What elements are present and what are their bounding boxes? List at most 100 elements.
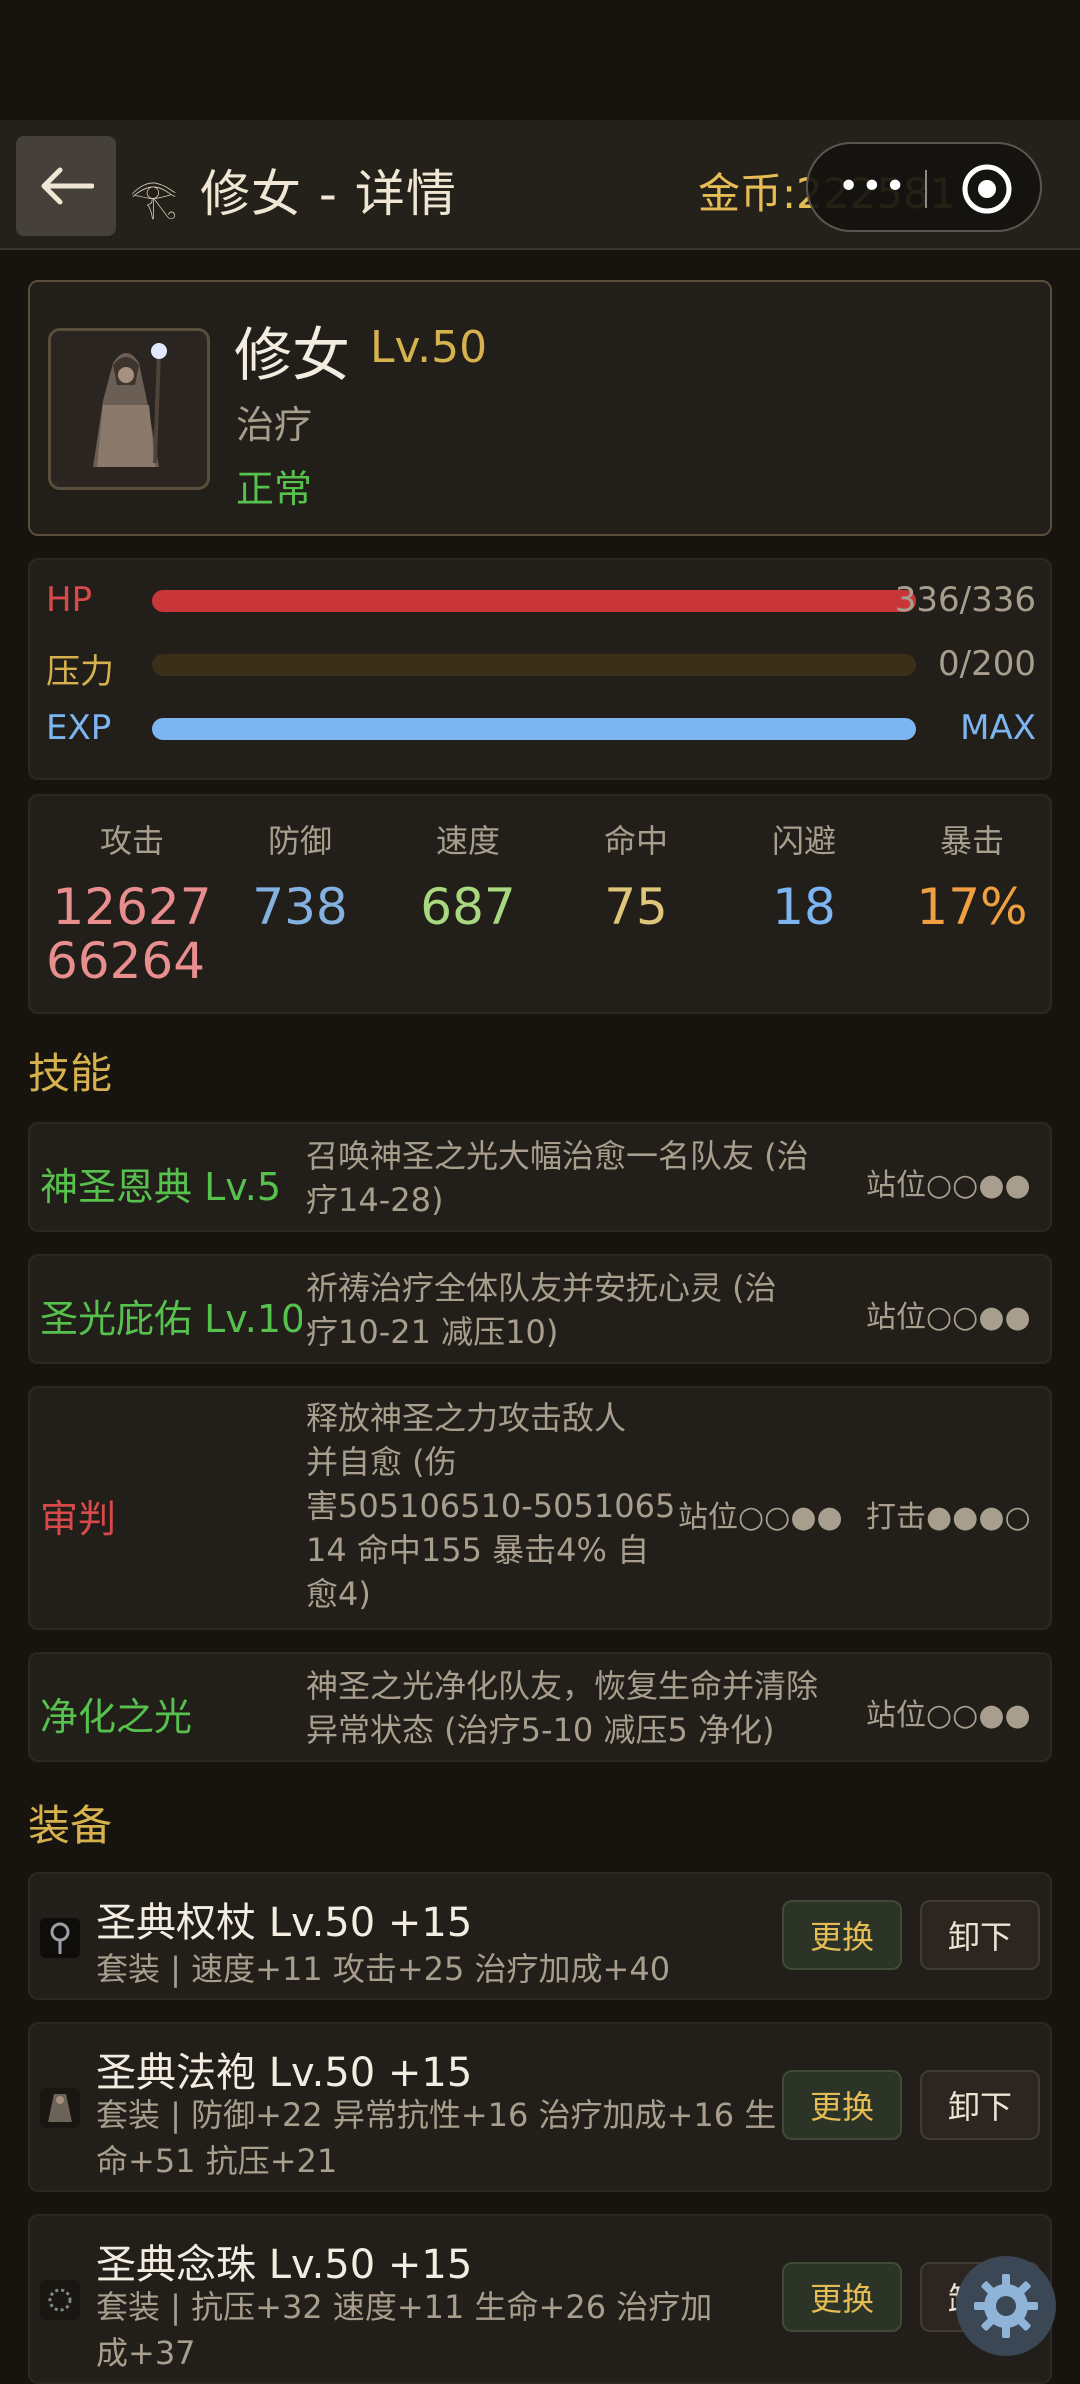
- nun-portrait-icon: [48, 328, 210, 490]
- stat-attack: 攻击 12627: [52, 816, 212, 936]
- stat-value: 75: [604, 878, 668, 936]
- skill-desc-line: 祈祷治疗全体队友并安抚心灵 (治: [306, 1269, 777, 1307]
- equipment-desc-line: 成+37: [96, 2334, 196, 2372]
- capsule-divider: [925, 170, 927, 208]
- hero-card: 修女 Lv.50 治疗 正常: [28, 280, 1052, 536]
- stat-label: 速度: [435, 822, 500, 860]
- equipment-card: 圣典法袍 Lv.50 +15 套装 | 防御+22 异常抗性+16 治疗加成+1…: [28, 2022, 1052, 2192]
- equipment-desc-line: 命+51 抗压+21: [96, 2142, 338, 2180]
- skill-card[interactable]: 审判 释放神圣之力攻击敌人 并自愈 (伤 害505106510-5051065 …: [28, 1386, 1052, 1630]
- equipment-name: 圣典法袍 Lv.50 +15: [96, 2050, 473, 2096]
- swap-button[interactable]: 更换: [782, 2070, 902, 2140]
- settings-button[interactable]: [956, 2256, 1056, 2356]
- bar-value: 0/200: [938, 644, 1036, 684]
- skill-name: 净化之光: [40, 1695, 193, 1739]
- skill-position: 站位○○●●: [866, 1168, 1031, 1203]
- more-dots-icon[interactable]: •••: [838, 166, 908, 207]
- stat-crit: 暴击 17%: [892, 816, 1052, 936]
- stat-label: 攻击: [99, 822, 164, 860]
- target-circle-icon[interactable]: [960, 162, 1014, 216]
- skill-desc-line: 疗14-28): [306, 1181, 444, 1219]
- skill-desc-line: 愈4): [306, 1575, 371, 1613]
- stat-label: 暴击: [939, 822, 1004, 860]
- equipment-card: 圣典权杖 Lv.50 +15 套装 | 速度+11 攻击+25 治疗加成+40 …: [28, 1872, 1052, 2000]
- stat-value: 738: [252, 878, 348, 936]
- skill-desc-line: 并自愈 (伤: [306, 1443, 457, 1481]
- skill-name: 审判: [40, 1497, 117, 1541]
- skill-hit: 打击●●●○: [866, 1500, 1031, 1535]
- stat-dodge: 闪避 18: [724, 816, 884, 936]
- skill-card[interactable]: 神圣恩典 Lv.5 召唤神圣之光大幅治愈一名队友 (治 疗14-28) 站位○○…: [28, 1122, 1052, 1232]
- equipment-desc-line: 套装 | 防御+22 异常抗性+16 治疗加成+16 生: [96, 2096, 777, 2134]
- skill-desc: 祈祷治疗全体队友并安抚心灵 (治 疗10-21 减压10): [306, 1266, 777, 1354]
- rosary-icon: [40, 2280, 80, 2320]
- swap-button[interactable]: 更换: [782, 2262, 902, 2332]
- equipment-card: 圣典念珠 Lv.50 +15 套装 | 抗压+32 速度+11 生命+26 治疗…: [28, 2214, 1052, 2384]
- skill-desc-line: 召唤神圣之光大幅治愈一名队友 (治: [306, 1137, 809, 1175]
- skill-position: 站位○○●●: [678, 1500, 843, 1535]
- scepter-icon: [40, 1918, 80, 1958]
- robe-icon: [40, 2088, 80, 2128]
- status-bar: [0, 0, 1080, 120]
- exp-bar-row: EXP MAX: [46, 708, 1036, 748]
- stat-value: 18: [772, 878, 836, 936]
- skill-desc: 神圣之光净化队友，恢复生命并清除 异常状态 (治疗5-10 减压5 净化): [306, 1664, 818, 1752]
- gear-icon: [974, 2274, 1038, 2338]
- hero-status: 正常: [236, 467, 313, 511]
- hp-bar-fill: [152, 590, 916, 612]
- stat-label: 命中: [603, 822, 668, 860]
- skill-name: 神圣恩典 Lv.5: [40, 1165, 282, 1209]
- stress-bar-track: [152, 654, 916, 676]
- skill-card[interactable]: 圣光庇佑 Lv.10 祈祷治疗全体队友并安抚心灵 (治 疗10-21 减压10)…: [28, 1254, 1052, 1364]
- exp-bar-fill: [152, 718, 916, 740]
- stat-value: 12627: [52, 878, 212, 936]
- skill-desc-line: 害505106510-5051065: [306, 1487, 676, 1525]
- skill-desc-line: 14 命中155 暴击4% 自: [306, 1531, 650, 1569]
- bar-value: 336/336: [894, 580, 1036, 620]
- hero-class-glyph: 𓂀: [130, 176, 178, 220]
- unequip-button[interactable]: 卸下: [920, 1900, 1040, 1970]
- stat-attack-overflow: 66264: [46, 932, 206, 990]
- stat-speed: 速度 687: [388, 816, 548, 936]
- unequip-button[interactable]: 卸下: [920, 2070, 1040, 2140]
- hp-bar-row: HP 336/336: [46, 580, 1036, 620]
- skills-section-title: 技能: [28, 1049, 113, 1098]
- stat-defense: 防御 738: [220, 816, 380, 936]
- vital-bars-panel: HP 336/336 压力 0/200 EXP MAX: [28, 558, 1052, 780]
- stress-bar-row: 压力 0/200: [46, 644, 1036, 692]
- swap-button[interactable]: 更换: [782, 1900, 902, 1970]
- miniprogram-capsule: •••: [806, 142, 1042, 232]
- equipment-section-title: 装备: [28, 1801, 113, 1850]
- equipment-name: 圣典念珠 Lv.50 +15: [96, 2242, 473, 2288]
- equipment-desc: 套装 | 防御+22 异常抗性+16 治疗加成+16 生 命+51 抗压+21: [96, 2092, 776, 2184]
- skill-position: 站位○○●●: [866, 1698, 1031, 1733]
- skill-desc-line: 异常状态 (治疗5-10 减压5 净化): [306, 1711, 775, 1749]
- back-button[interactable]: [16, 136, 116, 236]
- stat-label: 防御: [267, 822, 332, 860]
- top-nav-bar: 𓂀 修女 - 详情 金币:222581 •••: [0, 120, 1080, 250]
- equipment-desc: 套装 | 速度+11 攻击+25 治疗加成+40: [96, 1946, 670, 1992]
- equipment-name: 圣典权杖 Lv.50 +15: [96, 1900, 473, 1946]
- skill-desc-line: 神圣之光净化队友，恢复生命并清除: [306, 1667, 819, 1705]
- hero-role: 治疗: [236, 403, 313, 447]
- skill-desc: 召唤神圣之光大幅治愈一名队友 (治 疗14-28): [306, 1134, 809, 1222]
- skill-desc-line: 疗10-21 减压10): [306, 1313, 559, 1351]
- stat-accuracy: 命中 75: [556, 816, 716, 936]
- hero-name: 修女: [234, 321, 351, 389]
- hero-level: Lv.50: [370, 322, 488, 373]
- stat-value: 17%: [916, 878, 1028, 936]
- bar-label: HP: [46, 580, 93, 620]
- equipment-desc-line: 套装 | 抗压+32 速度+11 生命+26 治疗加: [96, 2288, 713, 2326]
- stat-label: 闪避: [771, 822, 836, 860]
- stat-value: 687: [420, 878, 516, 936]
- bar-label: 压力: [46, 652, 114, 692]
- bar-value: MAX: [960, 708, 1036, 748]
- skill-card[interactable]: 净化之光 神圣之光净化队友，恢复生命并清除 异常状态 (治疗5-10 减压5 净…: [28, 1652, 1052, 1762]
- equipment-desc: 套装 | 抗压+32 速度+11 生命+26 治疗加 成+37: [96, 2284, 712, 2376]
- bar-label: EXP: [46, 708, 112, 748]
- skill-name: 圣光庇佑 Lv.10: [40, 1297, 302, 1341]
- hp-bar-track: [152, 590, 916, 612]
- stats-panel: 攻击 12627 防御 738 速度 687 命中 75 闪避 18 暴击 17…: [28, 794, 1052, 1014]
- arrow-left-icon: [41, 167, 94, 205]
- skill-position: 站位○○●●: [866, 1300, 1031, 1335]
